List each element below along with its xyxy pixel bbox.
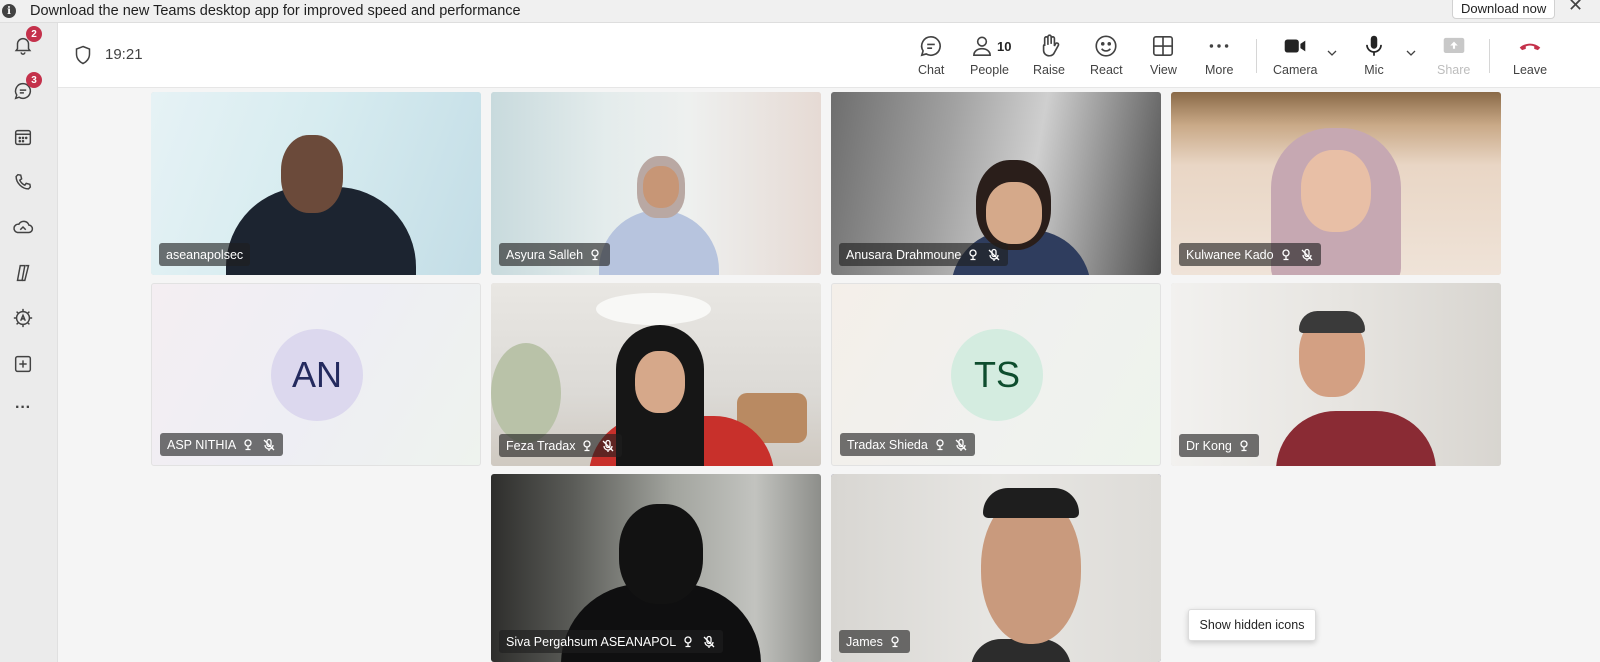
mic-off-icon [603, 439, 614, 452]
participant-video [635, 351, 685, 413]
raise-hand-icon [1042, 34, 1060, 57]
video-camera-icon [1284, 39, 1306, 53]
people-icon [973, 36, 992, 57]
participant-name-tag: James [839, 630, 910, 653]
participant-video [491, 343, 561, 443]
participant-tile[interactable]: Feza Tradax [491, 283, 821, 466]
participant-name-tag: Kulwanee Kado [1179, 243, 1321, 266]
share-button[interactable]: Share [1437, 33, 1470, 79]
grid-view-icon [1153, 35, 1174, 57]
participant-tile[interactable]: Asyura Salleh [491, 92, 821, 275]
toolbar-divider [1489, 39, 1490, 73]
copilot-rail-button[interactable] [12, 262, 34, 284]
show-hidden-icons-tooltip: Show hidden icons [1188, 609, 1316, 641]
chat-icon [920, 35, 942, 57]
mic-off-icon [263, 438, 275, 451]
hearing-icon [583, 439, 592, 451]
participant-video [986, 182, 1042, 244]
activity-badge: 2 [26, 26, 42, 42]
hearing-icon [591, 248, 599, 260]
participant-tile-active-speaker[interactable]: James [831, 474, 1161, 662]
participant-name-tag: Asyura Salleh [499, 243, 611, 266]
raise-hand-button[interactable]: Raise [1033, 33, 1065, 79]
mic-off-icon [955, 438, 967, 451]
more-dots-icon[interactable]: ··· [12, 397, 34, 419]
leave-button[interactable]: Leave [1513, 33, 1547, 79]
participant-video [1299, 311, 1365, 333]
chat-button[interactable]: Chat [918, 33, 944, 79]
avatar: AN [271, 329, 363, 421]
camera-button[interactable]: Camera [1273, 33, 1317, 79]
toolbar-divider [1256, 39, 1257, 73]
hearing-icon [1240, 439, 1248, 451]
hearing-icon [936, 438, 944, 450]
hang-up-icon [1519, 43, 1541, 51]
participant-video [619, 504, 703, 604]
calls-rail-button[interactable] [12, 171, 34, 193]
hearing-icon [969, 248, 978, 260]
participant-name-tag: Feza Tradax [499, 434, 623, 457]
participant-video [643, 166, 679, 208]
participant-tile[interactable]: TS Tradax Shieda [831, 283, 1161, 466]
app-rail: 2 3 ··· [0, 23, 58, 662]
apps-rail-button[interactable] [12, 307, 34, 329]
copilot-icon [16, 264, 30, 282]
chat-rail-button[interactable]: 3 [12, 72, 42, 102]
activity-button[interactable]: 2 [12, 26, 42, 56]
add-apps-rail-button[interactable] [12, 353, 34, 375]
participant-tile[interactable]: Siva Pergahsum ASEANAPOL [491, 474, 821, 662]
hearing-icon [891, 635, 899, 647]
avatar: TS [951, 329, 1043, 421]
people-count: 10 [997, 39, 1012, 54]
chat-badge: 3 [26, 72, 42, 88]
shield-icon [75, 45, 91, 65]
mic-off-icon [703, 635, 715, 648]
participant-name-tag: Anusara Drahmoune [839, 243, 1009, 266]
participant-video [596, 293, 711, 325]
calendar-rail-button[interactable] [12, 126, 34, 148]
share-screen-icon [1443, 37, 1464, 54]
smiley-icon [1095, 35, 1117, 57]
apps-settings-icon [13, 308, 33, 328]
download-now-button[interactable]: Download now [1452, 0, 1556, 19]
onedrive-rail-button[interactable] [12, 216, 34, 238]
add-app-icon [14, 355, 32, 373]
participant-tile[interactable]: Anusara Drahmoune [831, 92, 1161, 275]
onedrive-icon [13, 220, 34, 234]
participant-name-tag: ASP NITHIA [160, 433, 284, 456]
more-dots-icon [1209, 44, 1229, 48]
people-button[interactable]: 10 People [970, 33, 1012, 79]
info-icon: i [2, 4, 16, 18]
close-icon[interactable]: ✕ [1568, 0, 1583, 16]
view-button[interactable]: View [1150, 33, 1177, 79]
hearing-icon [684, 635, 692, 647]
participant-tile[interactable]: AN ASP NITHIA [151, 283, 481, 466]
meeting-header: 19:21 Chat 10 People Raise React View Mo… [58, 23, 1600, 88]
mic-button[interactable]: Mic [1361, 33, 1387, 79]
participant-tile[interactable]: Kulwanee Kado [1171, 92, 1501, 275]
participant-video [281, 135, 343, 213]
meeting-timer: 19:21 [105, 46, 143, 63]
phone-icon [15, 173, 32, 190]
more-button[interactable]: More [1205, 33, 1233, 79]
participant-tile[interactable]: aseanapolsec [151, 92, 481, 275]
participant-name-tag: Dr Kong [1179, 434, 1259, 457]
participant-tile[interactable]: Dr Kong [1171, 283, 1501, 466]
hearing-icon [244, 438, 252, 450]
camera-options-chevron-icon[interactable] [1326, 47, 1338, 59]
mic-off-icon [988, 248, 1000, 261]
banner-message: Download the new Teams desktop app for i… [30, 3, 521, 19]
participant-name-tag: aseanapolsec [159, 243, 251, 266]
mic-options-chevron-icon[interactable] [1405, 47, 1417, 59]
participant-name-tag: Tradax Shieda [840, 433, 975, 456]
calendar-icon [14, 129, 32, 146]
participant-video [983, 488, 1079, 518]
hearing-icon [1281, 248, 1290, 260]
update-banner: i Download the new Teams desktop app for… [0, 0, 1600, 23]
mic-off-icon [1301, 248, 1313, 261]
microphone-icon [1366, 35, 1382, 56]
participant-video [1301, 150, 1371, 232]
react-button[interactable]: React [1090, 33, 1123, 79]
participant-name-tag: Siva Pergahsum ASEANAPOL [499, 630, 724, 653]
